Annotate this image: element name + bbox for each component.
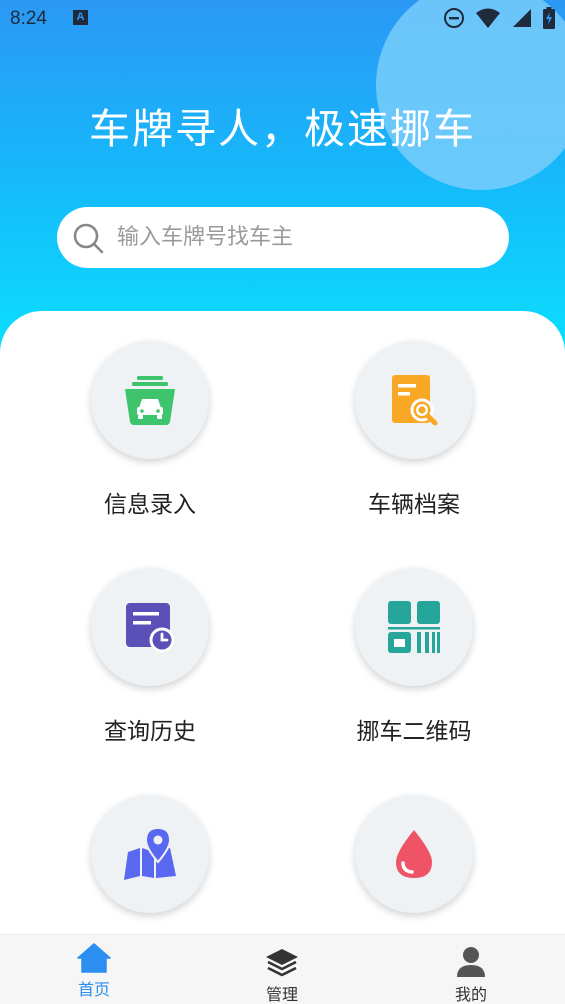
home-icon bbox=[77, 943, 111, 973]
tab-home[interactable]: 首页 bbox=[34, 935, 154, 1004]
drop-icon bbox=[396, 830, 432, 878]
status-icons bbox=[443, 7, 555, 29]
tile-circle bbox=[91, 341, 209, 459]
dnd-icon bbox=[444, 8, 464, 28]
tile-label: 查询历史 bbox=[104, 719, 196, 745]
tab-label: 管理 bbox=[265, 985, 298, 1004]
status-time: 8:24 bbox=[10, 8, 47, 29]
grid-item-vehicle-archive[interactable]: 车辆档案 bbox=[304, 341, 524, 519]
wifi-icon bbox=[476, 8, 500, 28]
grid-item-drop[interactable] bbox=[304, 795, 524, 939]
tab-label: 首页 bbox=[77, 980, 110, 999]
battery-icon bbox=[543, 7, 555, 29]
tile-circle bbox=[355, 568, 473, 686]
grid-item-info-entry[interactable]: 信息录入 bbox=[40, 341, 260, 519]
qr-code-icon bbox=[388, 601, 440, 653]
bottom-tab-bar: 首页 管理 我的 bbox=[0, 934, 565, 1004]
grid-item-qr-code[interactable]: 挪车二维码 bbox=[304, 568, 524, 746]
search-icon bbox=[73, 223, 104, 254]
signal-icon bbox=[513, 9, 531, 27]
feature-panel: 信息录入 车辆档案 查询历史 挪车二维码 bbox=[0, 311, 565, 951]
grid-item-map[interactable] bbox=[40, 795, 260, 939]
hero-banner bbox=[0, 0, 565, 360]
tile-label: 挪车二维码 bbox=[356, 719, 472, 745]
document-search-icon bbox=[392, 375, 438, 426]
tile-circle bbox=[91, 795, 209, 913]
search-bar[interactable] bbox=[57, 207, 509, 268]
tile-circle bbox=[91, 568, 209, 686]
status-bar: 8:24 A bbox=[0, 0, 565, 38]
map-pin-icon bbox=[124, 826, 176, 880]
page-title: 车牌寻人，极速挪车 bbox=[89, 105, 476, 153]
tile-circle bbox=[355, 795, 473, 913]
person-icon bbox=[457, 947, 485, 977]
grid-item-query-history[interactable]: 查询历史 bbox=[40, 568, 260, 746]
search-input[interactable] bbox=[117, 217, 497, 257]
notification-icon: A bbox=[73, 10, 88, 25]
history-clock-icon bbox=[126, 603, 175, 653]
layers-icon bbox=[266, 949, 298, 977]
car-basket-icon bbox=[125, 376, 175, 425]
tab-label: 我的 bbox=[454, 985, 487, 1004]
tab-mine[interactable]: 我的 bbox=[411, 935, 531, 1004]
tab-manage[interactable]: 管理 bbox=[222, 935, 342, 1004]
tile-label: 信息录入 bbox=[104, 492, 196, 518]
tile-label: 车辆档案 bbox=[368, 492, 460, 518]
tile-circle bbox=[355, 341, 473, 459]
